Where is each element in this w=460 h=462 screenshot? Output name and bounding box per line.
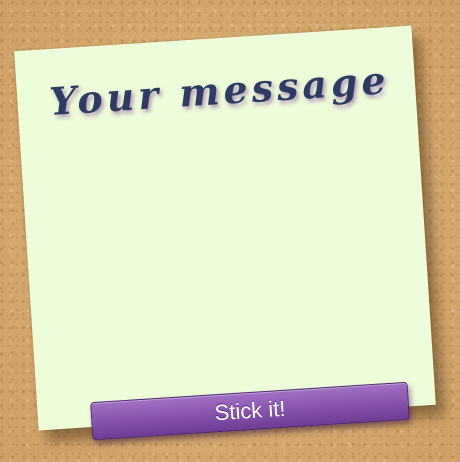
sticky-note[interactable]: Your message <box>14 25 436 431</box>
note-message-text[interactable]: Your message <box>48 57 391 124</box>
